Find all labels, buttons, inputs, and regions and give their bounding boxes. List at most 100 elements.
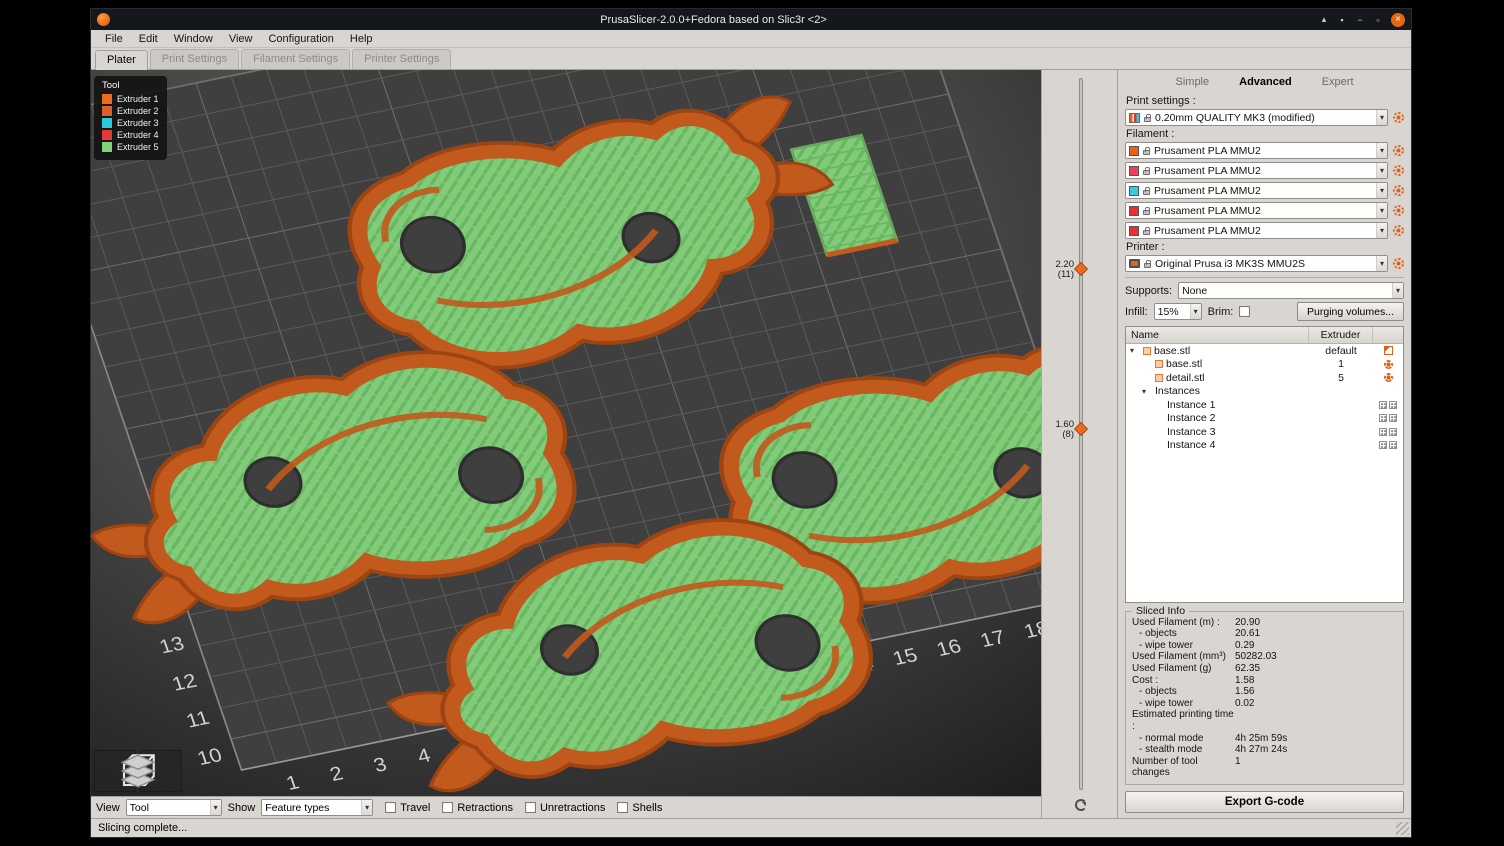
toggle-unretractions[interactable]: Unretractions xyxy=(525,802,605,814)
filament-3-gear-icon[interactable] xyxy=(1393,185,1404,196)
sliced-info-label: Estimated printing time : xyxy=(1132,709,1235,732)
brim-checkbox[interactable] xyxy=(1239,306,1250,317)
filament-2-select[interactable]: Prusament PLA MMU2▾ xyxy=(1125,162,1388,179)
checkbox-icon[interactable] xyxy=(385,802,396,813)
object-settings-icon[interactable] xyxy=(1384,346,1393,355)
menu-window[interactable]: Window xyxy=(166,32,221,46)
tab-printer-settings[interactable]: Printer Settings xyxy=(352,49,451,69)
list-item-instance-4[interactable]: Instance 4 xyxy=(1126,439,1403,453)
3d-viewport[interactable]: ORIGINAL PRUSA12345678910111213141516171… xyxy=(91,70,1041,796)
list-item-base-stl[interactable]: base.stl1 xyxy=(1126,358,1403,372)
filament-1-gear-icon[interactable] xyxy=(1393,145,1404,156)
checkbox-icon[interactable] xyxy=(525,802,536,813)
status-bar: Slicing complete... xyxy=(91,818,1411,837)
filament-color-swatch xyxy=(1129,166,1139,176)
menu-configuration[interactable]: Configuration xyxy=(260,32,341,46)
shade-button[interactable]: ▴ xyxy=(1317,13,1331,27)
layers-view-button[interactable] xyxy=(140,750,182,792)
menu-view[interactable]: View xyxy=(221,32,261,46)
extruder-gear-icon[interactable] xyxy=(1384,373,1393,382)
menu-help[interactable]: Help xyxy=(342,32,381,46)
mode-expert[interactable]: Expert xyxy=(1322,76,1354,88)
toggle-travel[interactable]: Travel xyxy=(385,802,430,814)
filament-4-gear-icon[interactable] xyxy=(1393,205,1404,216)
purging-volumes-button[interactable]: Purging volumes... xyxy=(1297,302,1404,321)
printer-settings-gear-icon[interactable] xyxy=(1393,258,1404,269)
tab-filament-settings[interactable]: Filament Settings xyxy=(241,49,350,69)
lower-layer-label: 1.60 (8) xyxy=(1043,420,1074,440)
file-icon xyxy=(1155,374,1163,382)
layer-slider-upper-handle[interactable] xyxy=(1074,262,1088,276)
filament-3-select[interactable]: Prusament PLA MMU2▾ xyxy=(1125,182,1388,199)
filament-color-swatch xyxy=(1129,206,1139,216)
sliced-info-value: 62.35 xyxy=(1235,663,1260,675)
chevron-down-icon: ▾ xyxy=(1392,283,1403,298)
supports-select[interactable]: None ▾ xyxy=(1178,282,1404,299)
filament-2-gear-icon[interactable] xyxy=(1393,165,1404,176)
mode-simple[interactable]: Simple xyxy=(1176,76,1210,88)
sliced-info-value: 4h 27m 24s xyxy=(1235,744,1287,756)
close-button[interactable]: × xyxy=(1391,13,1405,27)
legend-item-extruder-5: Extruder 5 xyxy=(102,142,159,152)
resize-grip[interactable] xyxy=(1396,822,1409,835)
sliced-info-label: Used Filament (m) : xyxy=(1132,617,1235,629)
chevron-down-icon: ▾ xyxy=(1376,110,1387,125)
column-name[interactable]: Name xyxy=(1126,327,1309,343)
sliced-info-label: Used Filament (g) xyxy=(1132,663,1235,675)
list-item-instance-1[interactable]: Instance 1 xyxy=(1126,398,1403,412)
print-settings-gear-icon[interactable] xyxy=(1393,112,1404,123)
infill-select[interactable]: 15% ▾ xyxy=(1154,303,1202,320)
chevron-down-icon: ▾ xyxy=(210,800,221,815)
slider-reset-button[interactable] xyxy=(1075,799,1087,811)
list-item-base-stl[interactable]: ▾base.stldefault xyxy=(1126,344,1403,358)
tab-print-settings[interactable]: Print Settings xyxy=(150,49,239,69)
filament-color-swatch xyxy=(1129,186,1139,196)
minimize-button[interactable]: − xyxy=(1353,13,1367,27)
filament-1-select[interactable]: Prusament PLA MMU2▾ xyxy=(1125,142,1388,159)
sliced-info-value: 20.90 xyxy=(1235,617,1260,629)
print-settings-select[interactable]: 0.20mm QUALITY MK3 (modified) ▾ xyxy=(1125,109,1388,126)
extruder-color-swatch xyxy=(102,130,112,140)
toggle-retractions[interactable]: Retractions xyxy=(442,802,513,814)
instance-grid-icon xyxy=(1389,441,1397,449)
lock-icon xyxy=(1144,263,1151,268)
checkbox-icon[interactable] xyxy=(617,802,628,813)
export-gcode-button[interactable]: Export G-code xyxy=(1125,791,1404,813)
printer-select[interactable]: Original Prusa i3 MK3S MMU2S ▾ xyxy=(1125,255,1388,272)
object-name: base.stl xyxy=(1166,358,1202,370)
expand-arrow-icon[interactable]: ▾ xyxy=(1130,346,1140,355)
sliced-info-value: 1 xyxy=(1235,756,1241,779)
lock-icon xyxy=(1144,117,1151,122)
desktop-background: PrusaSlicer-2.0.0+Fedora based on Slic3r… xyxy=(0,0,1504,846)
titlebar[interactable]: PrusaSlicer-2.0.0+Fedora based on Slic3r… xyxy=(91,9,1411,30)
filament-5-gear-icon[interactable] xyxy=(1393,225,1404,236)
menu-file[interactable]: File xyxy=(97,32,131,46)
list-item-detail-stl[interactable]: detail.stl5 xyxy=(1126,371,1403,385)
show-select[interactable]: Feature types ▾ xyxy=(261,799,373,816)
maximize-button[interactable]: ▫ xyxy=(1371,13,1385,27)
sliced-info-label: - objects xyxy=(1132,628,1235,640)
pin-button[interactable]: ▪ xyxy=(1335,13,1349,27)
filament-4-select[interactable]: Prusament PLA MMU2▾ xyxy=(1125,202,1388,219)
expand-arrow-icon[interactable]: ▾ xyxy=(1142,387,1152,396)
column-extruder[interactable]: Extruder xyxy=(1309,327,1373,343)
list-item-instance-3[interactable]: Instance 3 xyxy=(1126,425,1403,439)
tab-plater[interactable]: Plater xyxy=(95,50,148,70)
extruder-gear-icon[interactable] xyxy=(1384,360,1393,369)
preview-toolbar: View Tool ▾ Show Feature types ▾ TravelR… xyxy=(91,796,1041,818)
view-select[interactable]: Tool ▾ xyxy=(126,799,222,816)
menu-edit[interactable]: Edit xyxy=(131,32,166,46)
list-item-instance-2[interactable]: Instance 2 xyxy=(1126,412,1403,426)
sliced-info-value: 20.61 xyxy=(1235,628,1260,640)
divider xyxy=(1125,277,1404,278)
app-icon xyxy=(97,13,110,26)
print-bed-scene[interactable]: ORIGINAL PRUSA12345678910111213141516171… xyxy=(91,70,1041,796)
toggle-shells[interactable]: Shells xyxy=(617,802,662,814)
list-item-instances[interactable]: ▾Instances xyxy=(1126,385,1403,399)
checkbox-icon[interactable] xyxy=(442,802,453,813)
filament-5-select[interactable]: Prusament PLA MMU2▾ xyxy=(1125,222,1388,239)
extruder-value: 5 xyxy=(1309,372,1373,384)
chevron-down-icon: ▾ xyxy=(1376,143,1387,158)
layer-slider-lower-handle[interactable] xyxy=(1074,422,1088,436)
mode-advanced[interactable]: Advanced xyxy=(1239,76,1292,88)
